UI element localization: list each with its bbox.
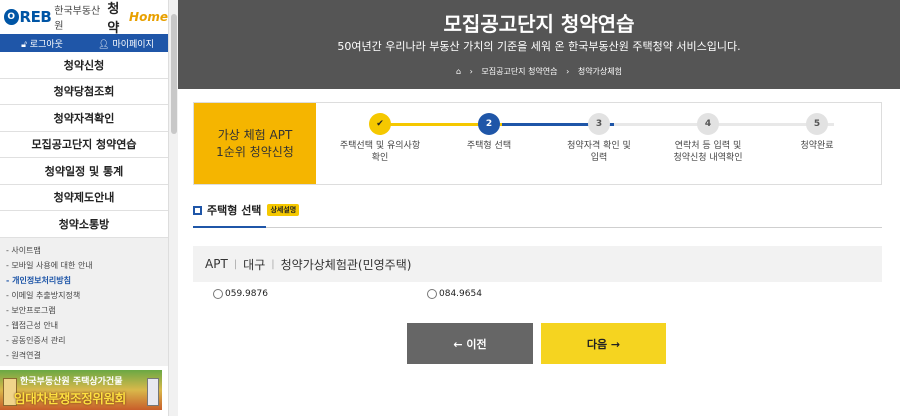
logo-mark-icon: O — [4, 9, 19, 25]
menu-eligibility[interactable]: 청약자격확인 — [0, 105, 168, 132]
banner-line1: 한국부동산원 주택상가건물 — [20, 377, 123, 387]
link-certificate[interactable]: - 공동인증서 관리 — [6, 333, 162, 348]
apt-type: APT — [205, 257, 228, 271]
link-sitemap[interactable]: - 사이트맵 — [6, 243, 162, 258]
logo-reb-text: REB — [19, 8, 52, 26]
home-icon[interactable]: ⌂ — [456, 67, 461, 76]
link-email-policy[interactable]: - 이메일 추출방지정책 — [6, 288, 162, 303]
sidebar: O REB 한국부동산원 청약 Home 🔓︎ 로그아웃 👤︎ 마이페이지 청약… — [0, 0, 168, 416]
page-hero: 모집공고단지 청약연습 50여년간 우리나라 부동산 가치의 기준을 세워 온 … — [178, 0, 900, 89]
option-label: 084.9654 — [439, 289, 482, 299]
steps-label: 가상 체험 APT 1순위 청약신청 — [194, 103, 316, 184]
building-icon — [147, 378, 159, 406]
logo-app-text: 청약 — [107, 2, 120, 36]
apt-info-bar: APT | 대구 | 청약가상체험관(민영주택) — [193, 246, 882, 282]
page-subtitle: 50여년간 우리나라 부동산 가치의 기준을 세워 온 한국부동산원 주택청약 … — [337, 40, 741, 53]
sidebar-scrollbar[interactable] — [168, 0, 178, 416]
link-accessibility[interactable]: - 웹접근성 안내 — [6, 318, 162, 333]
step-number: 5 — [806, 113, 828, 135]
divider — [193, 227, 882, 228]
breadcrumb-item[interactable]: 모집공고단지 청약연습 — [481, 67, 557, 76]
check-icon: ✔ — [369, 113, 391, 135]
square-bullet-icon — [193, 205, 202, 215]
logo-org-text: 한국부동산원 — [54, 6, 101, 32]
step-number: 2 — [478, 113, 500, 135]
logo-home-text: Home — [129, 10, 168, 24]
page-title: 모집공고단지 청약연습 — [443, 12, 635, 36]
link-mobile-guide[interactable]: - 모바일 사용에 대한 안내 — [6, 258, 162, 273]
menu-system-guide[interactable]: 청약제도안내 — [0, 184, 168, 211]
menu-winner-check[interactable]: 청약당첨조회 — [0, 78, 168, 105]
breadcrumb-sep-icon: › — [469, 67, 473, 76]
login-bar: 🔓︎ 로그아웃 👤︎ 마이페이지 — [0, 34, 168, 52]
logout-button[interactable]: 🔓︎ 로그아웃 — [0, 37, 84, 50]
main-menu: 청약신청 청약당첨조회 청약자격확인 모집공고단지 청약연습 청약일정 및 통계… — [0, 52, 168, 238]
breadcrumb-item: 청약가상체험 — [577, 67, 622, 76]
site-logo[interactable]: O REB 한국부동산원 청약 Home — [0, 0, 168, 36]
step-2: 2 주택형 선택 — [439, 113, 539, 152]
step-number: 3 — [588, 113, 610, 135]
step-number: 4 — [697, 113, 719, 135]
option-059[interactable]: 059.9876 — [213, 289, 268, 299]
prev-button[interactable]: ← 이전 — [407, 323, 533, 364]
breadcrumb-sep-icon: › — [566, 67, 570, 76]
section-header: 주택형 선택 상세설명 — [193, 202, 300, 218]
link-privacy-policy[interactable]: - 개인정보처리방침 — [6, 273, 162, 288]
banner-line2: 임대차분쟁조정위원회 — [14, 391, 127, 406]
link-security-program[interactable]: - 보안프로그램 — [6, 303, 162, 318]
link-remote[interactable]: - 원격연결 — [6, 348, 162, 363]
option-label: 059.9876 — [225, 289, 268, 299]
user-icon: 👤︎ — [98, 39, 110, 50]
step-5: 5 청약완료 — [767, 113, 867, 152]
divider-accent — [193, 226, 266, 228]
step-1: ✔ 주택선택 및 유의사항 확인 — [330, 113, 430, 164]
progress-steps: 가상 체험 APT 1순위 청약신청 ✔ 주택선택 및 유의사항 확인 2 주택형… — [193, 102, 882, 185]
apt-region: 대구 — [243, 257, 266, 272]
menu-practice[interactable]: 모집공고단지 청약연습 — [0, 131, 168, 158]
menu-community[interactable]: 청약소통방 — [0, 211, 168, 238]
step-3: 3 청약자격 확인 및 입력 — [549, 113, 649, 164]
dispute-committee-banner[interactable]: 한국부동산원 주택상가건물 임대차분쟁조정위원회 — [0, 370, 162, 410]
lock-icon: 🔓︎ — [21, 39, 27, 50]
footer-links: - 사이트맵 - 모바일 사용에 대한 안내 - 개인정보처리방침 - 이메일 … — [0, 237, 168, 366]
detail-badge-button[interactable]: 상세설명 — [267, 204, 300, 216]
breadcrumb: ⌂ › 모집공고단지 청약연습 › 청약가상체험 — [178, 66, 900, 77]
radio-button[interactable] — [427, 289, 437, 299]
next-button[interactable]: 다음 → — [541, 323, 666, 364]
mypage-button[interactable]: 👤︎ 마이페이지 — [84, 37, 168, 50]
option-084[interactable]: 084.9654 — [427, 289, 482, 299]
apt-name: 청약가상체험관(민영주택) — [280, 257, 412, 272]
section-title: 주택형 선택 — [207, 204, 262, 217]
radio-button[interactable] — [213, 289, 223, 299]
menu-apply[interactable]: 청약신청 — [0, 52, 168, 79]
step-4: 4 연락처 등 입력 및 청약신청 내역확인 — [658, 113, 758, 164]
menu-schedule-stats[interactable]: 청약일정 및 통계 — [0, 158, 168, 185]
